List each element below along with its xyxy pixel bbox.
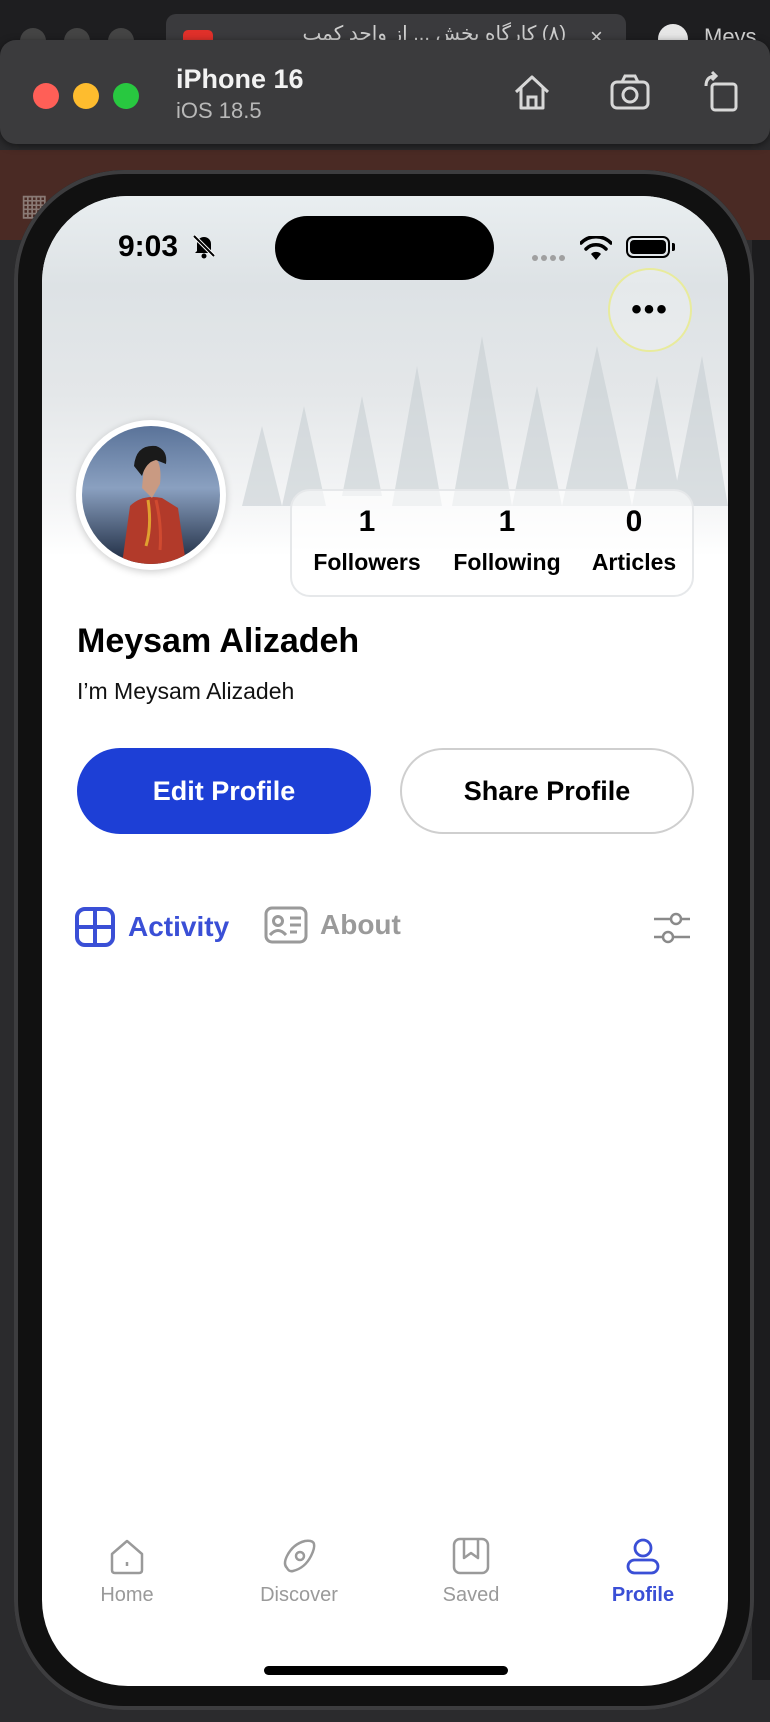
- share-profile-button[interactable]: Share Profile: [400, 748, 694, 834]
- followers-label: Followers: [313, 549, 421, 575]
- filter-sliders-icon[interactable]: [652, 908, 692, 948]
- nav-discover-label: Discover: [260, 1584, 338, 1606]
- following-label: Following: [453, 549, 561, 575]
- phone-screen: 9:03 ••• 1 Followers 1 Following 0 Artic…: [42, 196, 728, 1686]
- avatar[interactable]: [76, 420, 226, 570]
- nav-saved-label: Saved: [442, 1584, 500, 1606]
- compass-icon: [283, 1539, 316, 1573]
- nav-home[interactable]: Home: [72, 1536, 182, 1607]
- profile-name: Meysam Alizadeh: [77, 622, 360, 660]
- background-window-edge: [752, 240, 770, 1680]
- person-photo-illustration: [122, 445, 186, 564]
- wifi-icon: [580, 236, 612, 260]
- status-time: 9:03: [118, 230, 179, 263]
- os-version: iOS 18.5: [176, 98, 262, 123]
- nav-profile-label: Profile: [611, 1584, 675, 1606]
- dynamic-island: [275, 216, 494, 280]
- grid-icon: [75, 907, 115, 947]
- nav-home-label: Home: [100, 1584, 154, 1606]
- id-card-icon: [264, 906, 308, 944]
- tab-about[interactable]: About: [264, 906, 401, 944]
- profile-stats: 1 Followers 1 Following 0 Articles: [290, 489, 694, 597]
- battery-icon: [626, 236, 670, 258]
- battery-cap: [672, 243, 675, 251]
- close-window-button[interactable]: [33, 83, 59, 109]
- zoom-window-button[interactable]: [113, 83, 139, 109]
- minimize-window-button[interactable]: [73, 83, 99, 109]
- tab-activity[interactable]: Activity: [74, 906, 229, 948]
- person-icon: [626, 1538, 660, 1575]
- followers-count: 1: [358, 505, 376, 538]
- cellular-signal-icon: [532, 248, 568, 266]
- home-icon: [110, 1539, 144, 1575]
- rotate-icon[interactable]: [700, 70, 744, 114]
- profile-bio: I’m Meysam Alizadeh: [77, 678, 295, 704]
- tab-about-label: About: [320, 909, 401, 940]
- following-count: 1: [498, 505, 516, 538]
- more-options-button[interactable]: •••: [608, 268, 692, 352]
- tab-activity-label: Activity: [128, 911, 230, 942]
- following-stat[interactable]: 1 Following: [442, 505, 572, 576]
- articles-label: Articles: [591, 549, 677, 575]
- home-indicator[interactable]: [264, 1666, 508, 1675]
- home-icon[interactable]: [510, 70, 554, 114]
- avatar-photo: [82, 426, 220, 564]
- nav-discover[interactable]: Discover: [244, 1536, 354, 1607]
- silent-bell-icon: [192, 234, 216, 259]
- nav-saved[interactable]: Saved: [416, 1536, 526, 1607]
- bookmark-icon: [452, 1537, 490, 1575]
- simulator-toolbar: iPhone 16 iOS 18.5: [0, 40, 770, 144]
- nav-profile[interactable]: Profile: [588, 1536, 698, 1607]
- screenshot-icon[interactable]: [608, 70, 652, 114]
- device-name: iPhone 16: [176, 64, 304, 94]
- followers-stat[interactable]: 1 Followers: [302, 505, 432, 576]
- articles-stat[interactable]: 0 Articles: [574, 505, 694, 576]
- edit-profile-button[interactable]: Edit Profile: [77, 748, 371, 834]
- articles-count: 0: [625, 505, 643, 538]
